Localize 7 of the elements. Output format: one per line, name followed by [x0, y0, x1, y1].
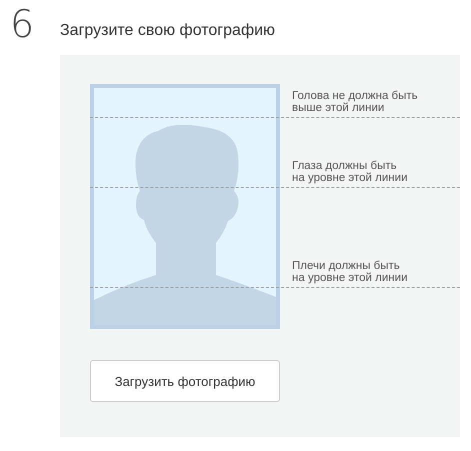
step-number: 6	[10, 6, 36, 42]
guide-label: Глаза должны быть на уровне этой линии	[292, 160, 408, 184]
guide-label: Голова не должна быть выше этой линии	[292, 90, 418, 114]
person-silhouette-icon	[94, 125, 276, 325]
guide-label: Плечи должны быть на уровне этой линии	[292, 260, 408, 284]
section-title: Загрузите свою фотографию	[60, 21, 276, 41]
upload-photo-button[interactable]: Загрузить фотографию	[90, 360, 280, 402]
